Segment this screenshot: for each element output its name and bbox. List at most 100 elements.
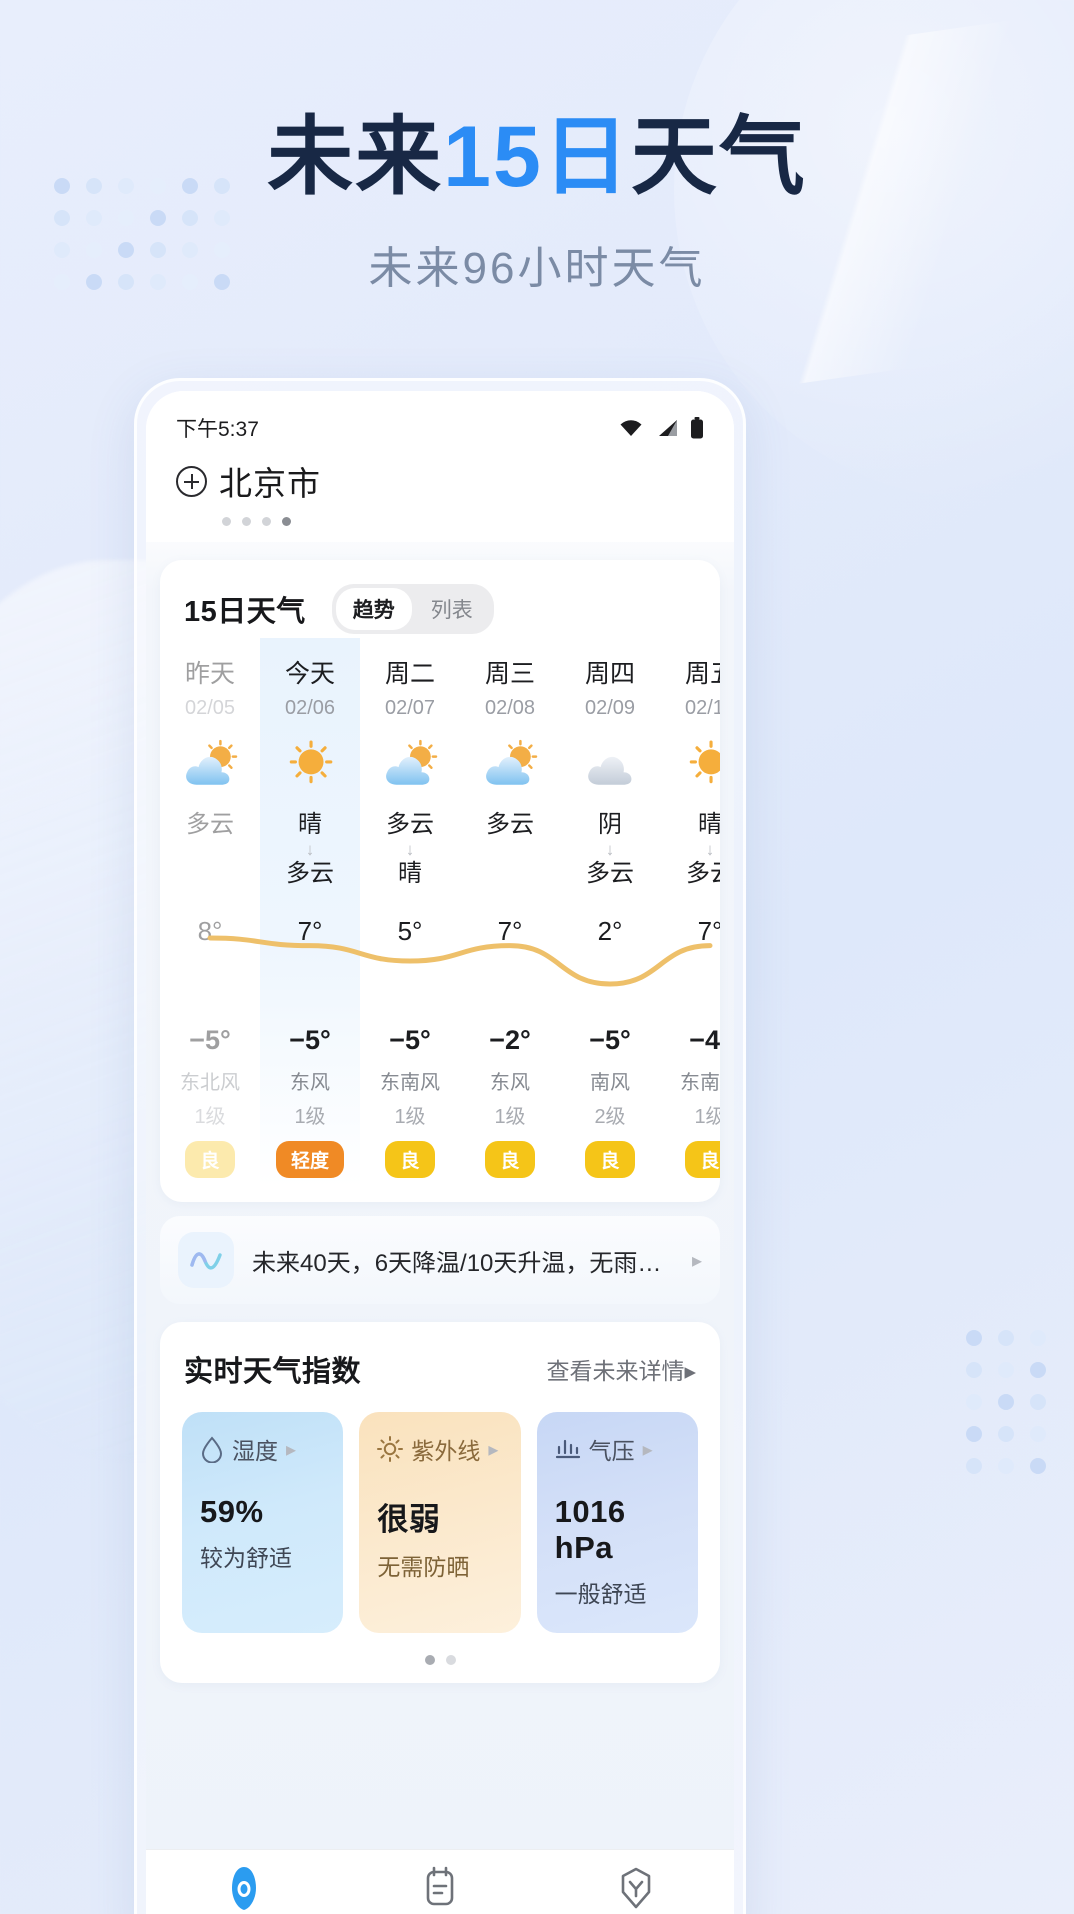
aqi-badge: 良 (185, 1141, 235, 1178)
curve-gap (560, 947, 660, 1025)
forecast-day-column[interactable]: 周五 02/10 晴↓多云 7° −4° 东南风 1级良 (660, 638, 720, 1188)
weather-icon-slot (560, 732, 660, 798)
aqi-badge: 良 (485, 1141, 535, 1178)
calendar-list-icon (426, 1866, 454, 1906)
date-label: 02/10 (684, 697, 720, 719)
page-title: 未来15日天气 (0, 112, 1074, 202)
tab-weather[interactable] (146, 1864, 342, 1912)
forty-day-banner-text: 未来40天，6天降温/10天升温，无雨… (252, 1249, 662, 1277)
condition-day: 多云 (386, 811, 434, 838)
weather-index-title: 实时天气指数 (184, 1356, 362, 1388)
forecast-day-column[interactable]: 昨天 02/05 多云 8° −5° 东北风 1级良 (160, 638, 260, 1188)
condition-block: 晴↓多云 (660, 810, 720, 902)
condition-block: 阴 ↓ 多云 (560, 810, 660, 902)
condition-block: 多云 (460, 810, 560, 902)
city-page-dots[interactable] (222, 517, 704, 526)
wind-level: 1级 (394, 1106, 426, 1128)
forecast-day-column[interactable]: 周二 02/07 多云 ↓ 晴 5° −5° 东南风 1级良 (360, 638, 460, 1188)
weather-index-tile[interactable]: 气压 ▸ 1016 hPa 一般舒适 (536, 1412, 698, 1633)
weather-index-tile[interactable]: 紫外线 ▸ 很弱 无需防晒 (359, 1412, 521, 1633)
wind-direction: 东北风 (180, 1072, 240, 1094)
tile-value: 59% (200, 1494, 264, 1529)
forecast-scroll-area[interactable]: 昨天 02/05 多云 8° −5° 东北风 1级良今天 02/06 晴 ↓ 多云 7° −5° 东风 1级… (160, 638, 720, 1202)
app-header: 北京市 (146, 447, 734, 542)
view-future-details-label: 查看未来详情 (546, 1358, 685, 1384)
plus-circle-icon[interactable] (176, 465, 207, 497)
dot-grid-right (966, 1330, 1046, 1474)
tile-header: 气压 ▸ (555, 1432, 680, 1466)
condition-night: 晴 (398, 860, 422, 888)
view-mode-option-0[interactable]: 趋势 (335, 588, 412, 630)
wave-trend-icon (178, 1232, 234, 1288)
low-temperature: −2° (489, 1025, 531, 1055)
weather-index-card: 实时天气指数 查看未来详情▸ 湿度 ▸ 59% 较为舒适 紫外线 ▸ 很弱 无需防晒 气压 ▸ 10… (160, 1322, 720, 1683)
weather-index-page-dot[interactable] (424, 1655, 435, 1665)
low-temperature: −4° (689, 1025, 720, 1055)
forecast-columns: 昨天 02/05 多云 8° −5° 东北风 1级良今天 02/06 晴 ↓ 多云 7° −5° 东风 1级… (160, 638, 720, 1188)
curve-gap (360, 947, 460, 1025)
view-mode-segmented-control[interactable]: 趋势 列表 (331, 584, 494, 634)
forty-day-banner[interactable]: 未来40天，6天降温/10天升温，无雨… ▸ (160, 1216, 720, 1304)
wind-level: 1级 (694, 1106, 720, 1128)
city-page-dot[interactable] (222, 517, 231, 526)
tab-services[interactable] (538, 1864, 734, 1912)
weather-icon-slot (260, 732, 360, 798)
forecast-day-column[interactable]: 今天 02/06 晴 ↓ 多云 7° −5° 东风 1级 轻度 (260, 638, 360, 1188)
wifi-icon (620, 420, 642, 436)
city-page-dot[interactable] (242, 517, 251, 526)
city-page-dot[interactable] (262, 517, 271, 526)
city-name: 北京市 (219, 465, 321, 502)
view-future-details-link[interactable]: 查看未来详情▸ (546, 1352, 696, 1386)
tab-calendar[interactable] (342, 1864, 538, 1912)
aqi-badge: 轻度 (275, 1141, 344, 1178)
curve-gap (160, 947, 260, 1025)
wind-direction: 东风 (490, 1072, 530, 1094)
high-temperature: 5° (397, 916, 423, 946)
weather-index-tile[interactable]: 湿度 ▸ 59% 较为舒适 (182, 1412, 344, 1633)
wind-level: 1级 (294, 1106, 326, 1128)
weather-index-page-dots[interactable] (160, 1633, 720, 1683)
status-icon-group (618, 417, 704, 439)
condition-day: 多云 (186, 811, 234, 838)
tile-label: 气压 (588, 1438, 635, 1464)
wind-level: 1级 (194, 1106, 226, 1128)
tile-header: 湿度 ▸ (200, 1432, 325, 1466)
date-label: 02/07 (384, 697, 436, 719)
curve-gap (660, 947, 720, 1025)
condition-arrow-icon: ↓ (305, 839, 315, 859)
partly-cloudy-icon (386, 739, 438, 785)
condition-night: 多云 (686, 860, 720, 888)
condition-arrow-icon: ↓ (405, 839, 415, 859)
low-temperature: −5° (389, 1025, 431, 1055)
weather-index-page-dot[interactable] (445, 1655, 456, 1665)
weekday-label: 今天 (284, 660, 335, 688)
condition-day: 多云 (486, 811, 534, 838)
weekday-label: 周四 (584, 660, 635, 688)
weekday-label: 周五 (684, 660, 720, 688)
tile-description: 一般舒适 (554, 1581, 647, 1607)
tile-header: 紫外线 ▸ (377, 1432, 502, 1466)
city-page-dot[interactable] (282, 517, 291, 526)
high-temperature: 2° (597, 916, 623, 946)
wind-direction: 东南风 (680, 1072, 720, 1094)
condition-arrow-icon: ↓ (705, 839, 715, 859)
date-label: 02/09 (584, 697, 636, 719)
forecast-day-column[interactable]: 周三 02/08 多云 7° −2° 东风 1级良 (460, 638, 560, 1188)
wind-direction: 南风 (590, 1072, 630, 1094)
tile-value: 很弱 (377, 1502, 441, 1537)
weather-index-header: 实时天气指数 查看未来详情▸ (160, 1322, 720, 1390)
status-time: 下午5:37 (176, 418, 259, 441)
hero-section: 未来15日天气 未来96小时天气 (0, 112, 1074, 296)
condition-night: 多云 (586, 860, 634, 888)
weekday-label: 昨天 (184, 660, 235, 688)
page-title-suffix: 天气 (630, 109, 807, 205)
aqi-badge: 良 (585, 1141, 635, 1178)
city-selector[interactable]: 北京市 (176, 457, 704, 505)
low-temperature: −5° (289, 1025, 331, 1055)
date-label: 02/06 (284, 697, 336, 719)
condition-arrow-icon: ↓ (605, 839, 615, 859)
view-mode-option-1[interactable]: 列表 (414, 588, 490, 630)
low-temperature: −5° (189, 1025, 231, 1055)
wind-direction: 东风 (290, 1072, 330, 1094)
forecast-day-column[interactable]: 周四 02/09 阴 ↓ 多云 2° −5° 南风 2级良 (560, 638, 660, 1188)
